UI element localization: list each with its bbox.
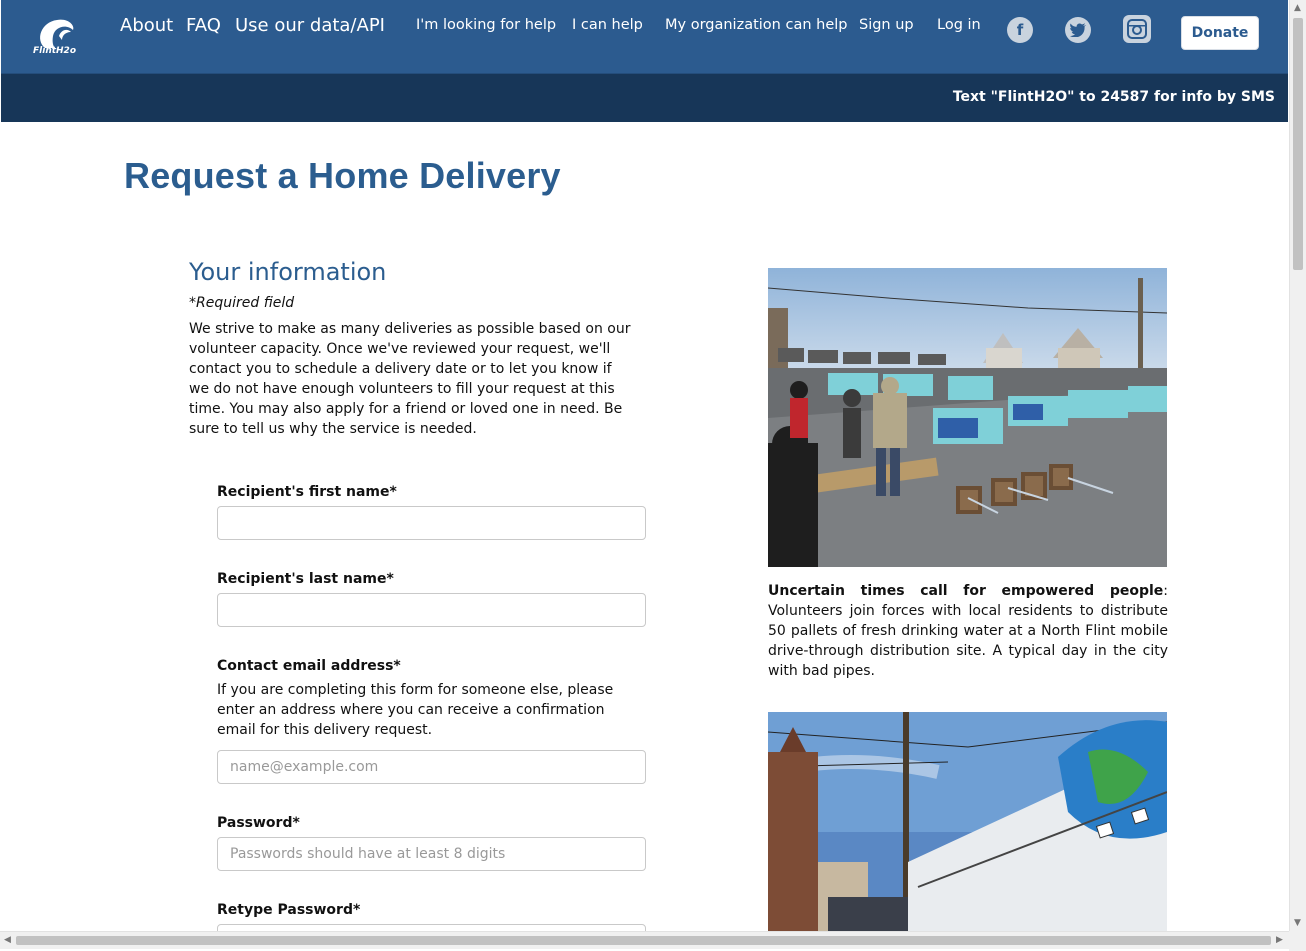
donate-button[interactable]: Donate — [1181, 16, 1259, 50]
nav-data-api[interactable]: Use our data/API — [235, 15, 385, 36]
horizontal-scrollbar[interactable]: ◀ ▶ — [0, 931, 1289, 949]
retype-password-input[interactable] — [217, 924, 646, 931]
caption-bold: Uncertain times call for empowered peopl… — [768, 583, 1164, 599]
nav-i-can-help[interactable]: I can help — [572, 17, 643, 33]
vertical-scroll-thumb[interactable] — [1293, 18, 1303, 270]
twitter-icon[interactable] — [1065, 17, 1091, 43]
water-distribution-photo — [768, 268, 1167, 567]
nav-log-in[interactable]: Log in — [937, 17, 981, 33]
flinth2o-logo[interactable]: FlintH2o — [31, 14, 81, 60]
vertical-scrollbar[interactable]: ▲ ▼ — [1289, 0, 1306, 931]
retype-password-field: Retype Password* — [217, 902, 647, 931]
retype-password-label: Retype Password* — [217, 902, 361, 918]
scrollbar-corner — [1289, 931, 1306, 951]
first-name-field: Recipient's first name* — [217, 484, 647, 540]
last-name-input[interactable] — [217, 593, 646, 627]
email-field: Contact email address* If you are comple… — [217, 658, 647, 784]
instagram-icon[interactable] — [1123, 15, 1151, 43]
photo-column: Uncertain times call for empowered peopl… — [768, 268, 1168, 931]
nav-looking-for-help[interactable]: I'm looking for help — [416, 17, 556, 33]
password-input[interactable]: Passwords should have at least 8 digits — [217, 837, 646, 871]
scroll-left-arrow-icon[interactable]: ◀ — [4, 935, 11, 945]
password-field: Password* Passwords should have at least… — [217, 815, 647, 871]
email-label: Contact email address* — [217, 658, 401, 674]
sms-banner: Text "FlintH2O" to 24587 for info by SMS — [1, 74, 1288, 122]
required-note: *Required field — [189, 295, 295, 311]
truck-photo — [768, 712, 1167, 931]
sms-banner-text: Text "FlintH2O" to 24587 for info by SMS — [952, 89, 1275, 105]
browser-viewport: FlintH2o About FAQ Use our data/API I'm … — [1, 0, 1288, 931]
top-navbar: FlintH2o About FAQ Use our data/API I'm … — [1, 0, 1288, 74]
scroll-right-arrow-icon[interactable]: ▶ — [1276, 935, 1283, 945]
last-name-label: Recipient's last name* — [217, 571, 394, 587]
section-title: Your information — [189, 258, 387, 286]
email-help-text: If you are completing this form for some… — [217, 682, 614, 738]
scroll-down-arrow-icon[interactable]: ▼ — [1294, 918, 1301, 928]
nav-faq[interactable]: FAQ — [186, 15, 221, 36]
facebook-icon[interactable]: f — [1007, 17, 1033, 43]
first-name-label: Recipient's first name* — [217, 484, 397, 500]
password-label: Password* — [217, 815, 300, 831]
info-column: Your information *Required field We stri… — [189, 258, 649, 439]
nav-sign-up[interactable]: Sign up — [859, 17, 914, 33]
intro-text: We strive to make as many deliveries as … — [189, 321, 631, 437]
nav-about[interactable]: About — [120, 15, 173, 36]
page-title: Request a Home Delivery — [124, 155, 561, 196]
nav-organization-can-help[interactable]: My organization can help — [665, 17, 847, 33]
last-name-field: Recipient's last name* — [217, 571, 647, 627]
logo-text: FlintH2o — [33, 46, 77, 56]
email-input[interactable]: name@example.com — [217, 750, 646, 784]
first-name-input[interactable] — [217, 506, 646, 540]
photo-caption: Uncertain times call for empowered peopl… — [768, 581, 1168, 681]
scroll-up-arrow-icon[interactable]: ▲ — [1294, 3, 1301, 13]
horizontal-scroll-thumb[interactable] — [16, 936, 1271, 945]
